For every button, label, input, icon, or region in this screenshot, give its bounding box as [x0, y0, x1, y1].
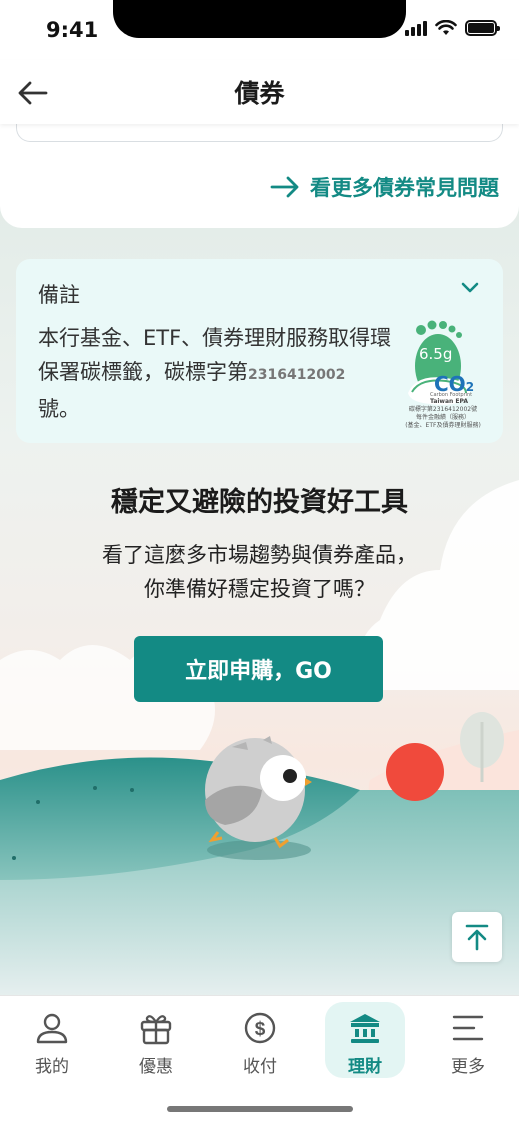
top-nav-bar: 債券: [0, 60, 519, 124]
carbon-caption-3: (基金、ETF及債券理財服務): [405, 422, 481, 429]
carbon-code: 2316412002: [248, 367, 346, 383]
promo-subtitle-line1: 看了這麼多市場趨勢與債券產品，: [102, 543, 417, 567]
carbon-caption: 碳標字第2316412002號 每件金融績（服務） (基金、ETF及債券理財服務…: [390, 406, 496, 430]
scroll-to-top-button[interactable]: [452, 912, 502, 962]
dollar-icon: $: [244, 1012, 276, 1044]
promo-title: 穩定又避險的投資好工具: [111, 487, 408, 518]
carbon-footprint-label: 6.5g CO2 Carbon Footprint Taiwan EPA 碳標字…: [390, 318, 496, 436]
promo-subtitle-line2: 你準備好穩定投資了嗎？: [144, 577, 375, 601]
notes-title: 備註: [38, 283, 80, 307]
tab-label: 理財: [348, 1057, 382, 1077]
more-faq-label: 看更多債券常見問題: [310, 176, 499, 200]
carbon-amount: 6.5g: [419, 345, 453, 363]
arrow-up-icon: [465, 924, 489, 951]
promo-subtitle: 看了這麼多市場趨勢與債券產品， 你準備好穩定投資了嗎？: [0, 538, 519, 606]
more-faq-link[interactable]: 看更多債券常見問題: [270, 172, 499, 202]
notes-text: 本行基金、ETF、債券理財服務取得環保署碳標籤，碳標字第2316412002 號。: [38, 321, 398, 426]
tab-label: 收付: [243, 1057, 277, 1077]
bank-icon: [350, 1014, 380, 1043]
tab-wealth[interactable]: 理財: [325, 1002, 405, 1078]
status-icons: [405, 20, 500, 36]
carbon-caption-2: 每件金融績（服務）: [415, 414, 470, 421]
tab-label: 我的: [35, 1057, 69, 1077]
tab-label: 優惠: [139, 1057, 173, 1077]
faq-section: 看更多債券常見問題: [0, 114, 519, 228]
apply-go-button[interactable]: 立即申購，GO: [134, 636, 383, 702]
arrow-right-icon: [270, 176, 299, 198]
menu-icon: [452, 1015, 484, 1041]
bottom-tab-bar: 我的 優惠 $ 收付 理財 更多: [0, 995, 519, 1125]
notes-text-part2: 號。: [38, 397, 80, 421]
signal-icon: [405, 20, 427, 36]
tab-offers[interactable]: 優惠: [116, 1002, 196, 1078]
gift-icon: [140, 1015, 172, 1045]
person-icon: [36, 1013, 68, 1044]
tab-mine[interactable]: 我的: [12, 1002, 92, 1078]
notch: [113, 0, 406, 38]
sun: [386, 743, 444, 801]
svg-text:$: $: [255, 1019, 266, 1040]
status-bar: 9:41: [0, 0, 519, 60]
tab-label: 更多: [451, 1057, 485, 1077]
chevron-down-icon[interactable]: [459, 279, 481, 295]
wifi-icon: [435, 20, 457, 35]
status-time: 9:41: [46, 18, 99, 42]
page-title: 債券: [234, 79, 285, 108]
carbon-line2: Taiwan EPA: [430, 398, 468, 405]
home-indicator: [167, 1106, 353, 1112]
carbon-caption-1: 碳標字第2316412002號: [408, 406, 478, 413]
battery-icon: [465, 20, 500, 36]
tab-more[interactable]: 更多: [428, 1002, 508, 1078]
tab-payments[interactable]: $ 收付: [220, 1002, 300, 1078]
